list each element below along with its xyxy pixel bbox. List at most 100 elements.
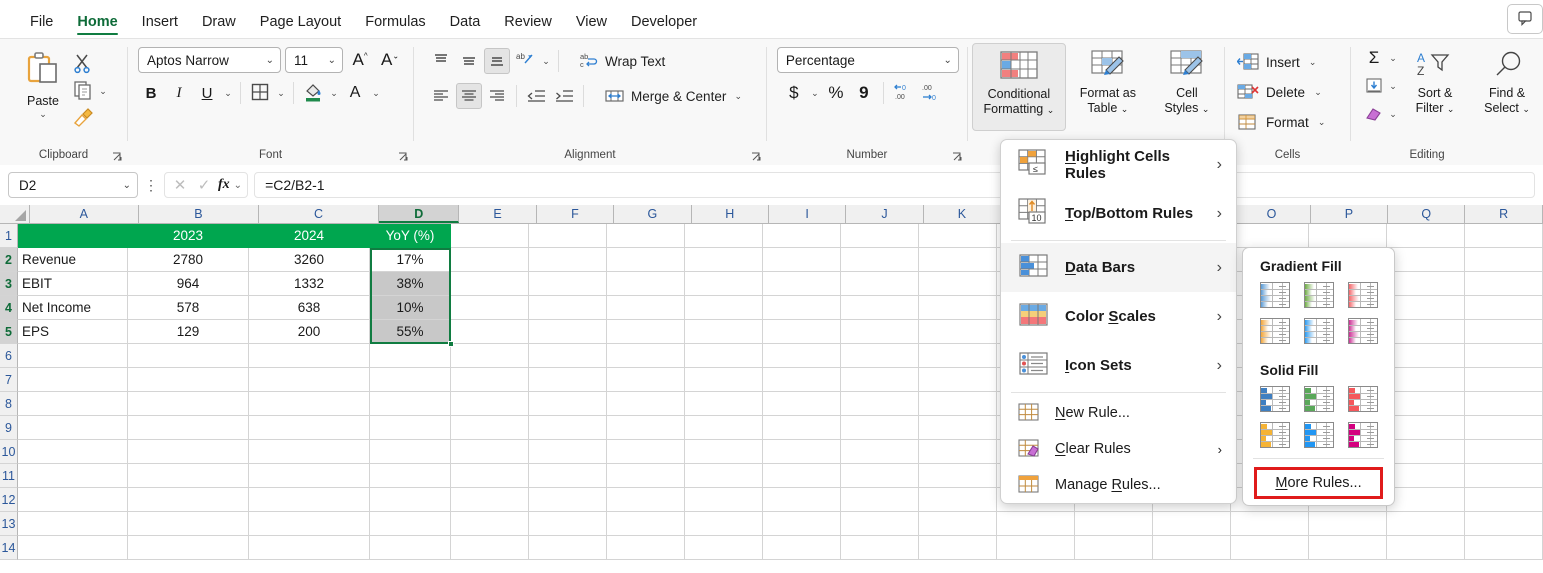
cell-h2[interactable] <box>685 248 763 272</box>
more-rules-button[interactable]: More Rules... <box>1275 475 1361 491</box>
cell-r13[interactable] <box>1465 512 1543 536</box>
column-header-o[interactable]: O <box>1233 205 1311 223</box>
bold-button[interactable]: B <box>138 80 164 106</box>
cell-e13[interactable] <box>451 512 529 536</box>
cell-f3[interactable] <box>529 272 607 296</box>
cell-k7[interactable] <box>919 368 997 392</box>
cell-o14[interactable] <box>1231 536 1309 560</box>
cell-q11[interactable] <box>1387 464 1465 488</box>
cell-g7[interactable] <box>607 368 685 392</box>
decrease-indent-button[interactable] <box>523 83 549 109</box>
cell-q2[interactable] <box>1387 248 1465 272</box>
fill-button[interactable]: ⌄ <box>1361 73 1399 99</box>
data-bar-solid-lightblue[interactable] <box>1304 422 1334 448</box>
cell-i7[interactable] <box>763 368 841 392</box>
cell-l14[interactable] <box>997 536 1075 560</box>
format-chevron-down-icon[interactable]: ⌄ <box>1316 117 1328 128</box>
tab-view[interactable]: View <box>564 14 619 39</box>
align-top-button[interactable] <box>428 48 454 74</box>
data-bar-gradient-red[interactable] <box>1348 282 1378 308</box>
cell-c5[interactable]: 200 <box>249 320 370 344</box>
cell-a4[interactable]: Net Income <box>18 296 128 320</box>
cell-b3[interactable]: 964 <box>128 272 249 296</box>
cell-b1[interactable]: 2023 <box>128 224 249 248</box>
clear-button[interactable]: ⌄ <box>1361 101 1399 127</box>
data-bar-solid-green[interactable] <box>1304 386 1334 412</box>
cell-q7[interactable] <box>1387 368 1465 392</box>
cell-b12[interactable] <box>128 488 249 512</box>
cell-r7[interactable] <box>1465 368 1543 392</box>
cell-r9[interactable] <box>1465 416 1543 440</box>
cell-i10[interactable] <box>763 440 841 464</box>
cell-q10[interactable] <box>1387 440 1465 464</box>
column-header-d[interactable]: D <box>379 205 460 223</box>
cell-q4[interactable] <box>1387 296 1465 320</box>
cell-f14[interactable] <box>529 536 607 560</box>
select-all-corner[interactable] <box>0 205 30 223</box>
cell-q3[interactable] <box>1387 272 1465 296</box>
fill-chevron-down-icon[interactable]: ⌄ <box>1387 81 1399 92</box>
align-middle-button[interactable] <box>456 48 482 74</box>
wrap-text-button[interactable]: ab c Wrap Text <box>575 47 669 75</box>
cell-b8[interactable] <box>128 392 249 416</box>
cell-h11[interactable] <box>685 464 763 488</box>
cell-j2[interactable] <box>841 248 919 272</box>
data-bar-gradient-green[interactable] <box>1304 282 1334 308</box>
cell-a1[interactable] <box>18 224 128 248</box>
cell-j4[interactable] <box>841 296 919 320</box>
menu-item-icon-sets[interactable]: Icon Sets › <box>1001 341 1236 390</box>
cell-i9[interactable] <box>763 416 841 440</box>
cell-q8[interactable] <box>1387 392 1465 416</box>
tab-home[interactable]: Home <box>65 14 129 39</box>
cell-i4[interactable] <box>763 296 841 320</box>
cell-g2[interactable] <box>607 248 685 272</box>
data-bar-gradient-blue[interactable] <box>1260 282 1290 308</box>
column-header-a[interactable]: A <box>29 205 139 223</box>
menu-item-top-bottom-rules[interactable]: 10 Top/Bottom Rules › <box>1001 189 1236 238</box>
column-header-r[interactable]: R <box>1465 205 1543 223</box>
cell-a10[interactable] <box>18 440 128 464</box>
increase-font-size-button[interactable]: A^ <box>347 47 373 73</box>
cell-k14[interactable] <box>919 536 997 560</box>
row-header-3[interactable]: 3 <box>0 272 18 296</box>
tab-file[interactable]: File <box>18 14 65 39</box>
align-center-button[interactable] <box>456 83 483 109</box>
cell-c14[interactable] <box>249 536 370 560</box>
cell-q9[interactable] <box>1387 416 1465 440</box>
cell-g9[interactable] <box>607 416 685 440</box>
cell-g12[interactable] <box>607 488 685 512</box>
cell-h13[interactable] <box>685 512 763 536</box>
cell-d8[interactable] <box>370 392 451 416</box>
row-header-9[interactable]: 9 <box>0 416 18 440</box>
column-header-k[interactable]: K <box>923 205 1002 223</box>
cell-d2[interactable]: 17% <box>370 248 451 272</box>
cell-i2[interactable] <box>763 248 841 272</box>
cell-r2[interactable] <box>1465 248 1543 272</box>
fill-color-chevron-down-icon[interactable]: ⌄ <box>328 88 340 99</box>
cell-i14[interactable] <box>763 536 841 560</box>
cell-b7[interactable] <box>128 368 249 392</box>
delete-chevron-down-icon[interactable]: ⌄ <box>1312 87 1324 98</box>
cell-h6[interactable] <box>685 344 763 368</box>
cell-i13[interactable] <box>763 512 841 536</box>
cell-k4[interactable] <box>919 296 997 320</box>
cell-g5[interactable] <box>607 320 685 344</box>
cell-j6[interactable] <box>841 344 919 368</box>
font-color-button[interactable]: A <box>342 80 368 106</box>
cancel-icon[interactable]: ✕ <box>170 176 190 194</box>
cell-h4[interactable] <box>685 296 763 320</box>
cell-b9[interactable] <box>128 416 249 440</box>
cell-d14[interactable] <box>370 536 451 560</box>
cell-d1[interactable]: YoY (%) <box>370 224 451 248</box>
copy-chevron-down-icon[interactable]: ⌄ <box>97 86 109 97</box>
merge-center-button[interactable]: Merge & Center ⌄ <box>600 82 748 110</box>
cell-h7[interactable] <box>685 368 763 392</box>
tab-page-layout[interactable]: Page Layout <box>248 14 353 39</box>
cell-h14[interactable] <box>685 536 763 560</box>
cell-f13[interactable] <box>529 512 607 536</box>
cell-f4[interactable] <box>529 296 607 320</box>
column-header-h[interactable]: H <box>691 205 769 223</box>
underline-chevron-down-icon[interactable]: ⌄ <box>222 88 234 99</box>
cell-e2[interactable] <box>451 248 529 272</box>
cell-g14[interactable] <box>607 536 685 560</box>
